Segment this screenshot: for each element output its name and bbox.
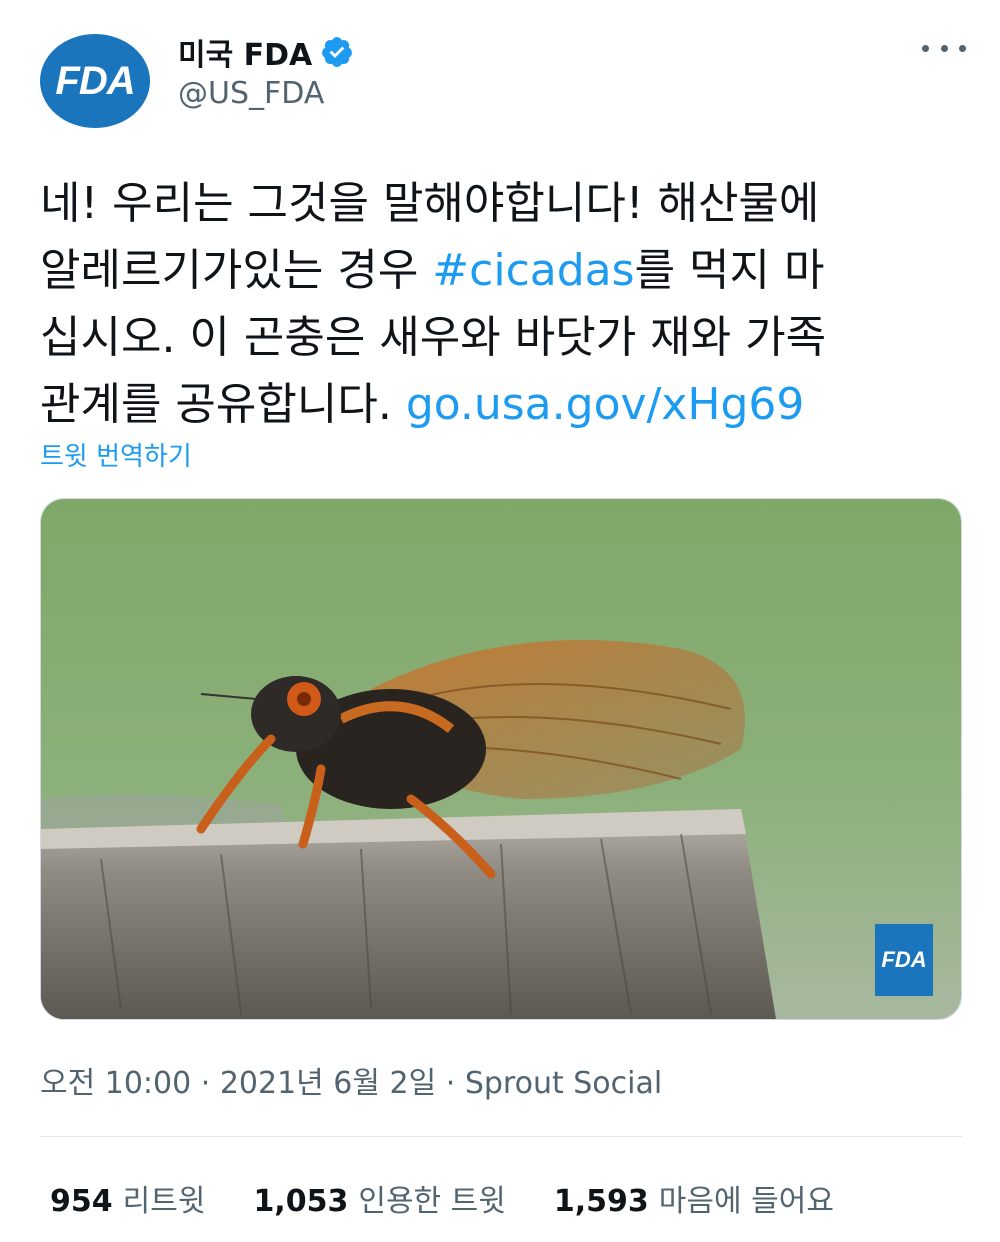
tweet-image[interactable]: FDA — [40, 498, 962, 1020]
verified-badge-icon — [320, 35, 354, 69]
meta-separator: · — [191, 1066, 220, 1101]
fda-watermark: FDA — [881, 947, 926, 972]
user-handle[interactable]: @US_FDA — [178, 76, 324, 111]
tweet-time[interactable]: 오전 10:00 — [40, 1066, 191, 1101]
retweets-stat[interactable]: 954 리트윗 — [50, 1176, 205, 1220]
tweet-stats: 954 리트윗 1,053 인용한 트윗 1,593 마음에 들어요 — [50, 1176, 834, 1220]
avatar-logo-text: FDA — [55, 58, 135, 103]
quotes-label: 인용한 트윗 — [358, 1184, 506, 1219]
likes-label: 마음에 들어요 — [658, 1184, 834, 1219]
divider — [40, 1136, 962, 1137]
tweet-line: 관계를 공유합니다. go.usa.gov/xHg69 — [40, 371, 960, 438]
tweet-date[interactable]: 2021년 6월 2일 — [220, 1066, 436, 1101]
quotes-count: 1,053 — [253, 1184, 349, 1219]
hashtag-link[interactable]: #cicadas — [432, 245, 634, 296]
display-name-text: 미국 FDA — [178, 38, 313, 73]
tweet-source[interactable]: Sprout Social — [465, 1066, 662, 1101]
tweet-text: 네! 우리는 그것을 말해야합니다! 해산물에 알레르기가있는 경우 #cica… — [40, 170, 960, 438]
more-options-icon[interactable] — [922, 38, 966, 58]
tweet-line: 십시오. 이 곤충은 새우와 바닷가 재와 가족 — [40, 312, 827, 363]
tweet-text-segment: 관계를 공유합니다. — [40, 379, 406, 430]
retweets-count: 954 — [50, 1184, 113, 1219]
likes-count: 1,593 — [553, 1184, 649, 1219]
avatar[interactable]: FDA — [40, 34, 150, 128]
cicada-photo: FDA — [41, 499, 961, 1019]
quotes-stat[interactable]: 1,053 인용한 트윗 — [253, 1176, 505, 1220]
display-name[interactable]: 미국 FDA — [178, 30, 354, 74]
likes-stat[interactable]: 1,593 마음에 들어요 — [554, 1176, 834, 1220]
url-link[interactable]: go.usa.gov/xHg69 — [406, 379, 805, 430]
translate-tweet-link[interactable]: 트윗 번역하기 — [40, 436, 192, 473]
tweet-meta: 오전 10:00 · 2021년 6월 2일 · Sprout Social — [40, 1058, 662, 1102]
meta-separator: · — [436, 1066, 465, 1101]
tweet-text-segment: 알레르기가있는 경우 — [40, 245, 433, 296]
tweet-line: 네! 우리는 그것을 말해야합니다! 해산물에 — [40, 178, 820, 229]
tweet-line: 알레르기가있는 경우 #cicadas를 먹지 마 — [40, 237, 960, 304]
retweets-label: 리트윗 — [122, 1184, 206, 1219]
tweet-text-segment: 를 먹지 마 — [634, 245, 825, 296]
